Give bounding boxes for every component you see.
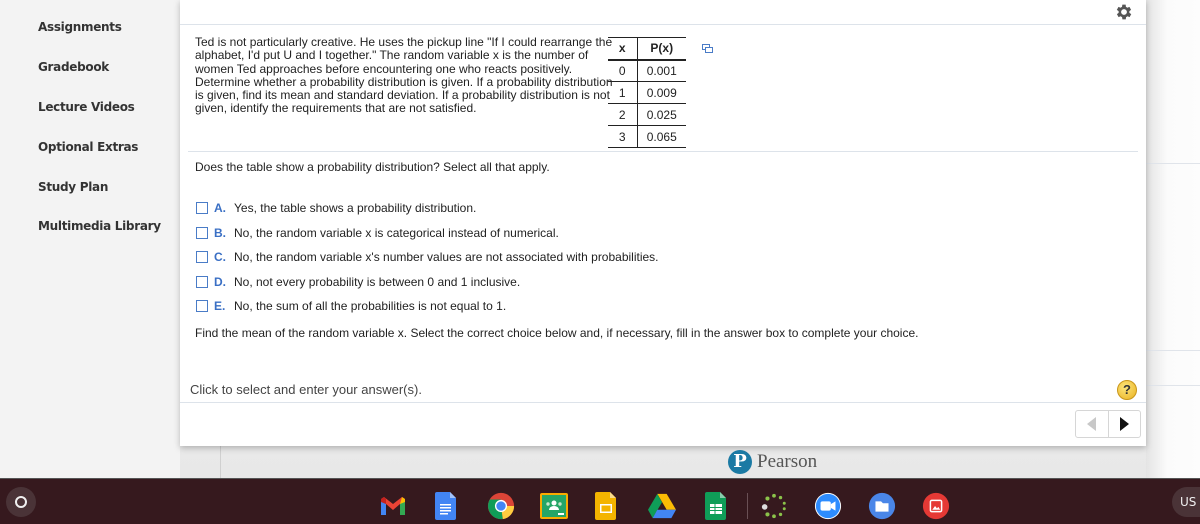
mean-prompt: Find the mean of the random variable x. … bbox=[195, 326, 919, 340]
chrome-app[interactable] bbox=[487, 492, 515, 520]
option-letter: E. bbox=[214, 299, 226, 314]
checkbox[interactable] bbox=[196, 300, 208, 313]
checkbox[interactable] bbox=[196, 251, 208, 264]
sidebar-item-lecture-videos[interactable]: Lecture Videos bbox=[38, 100, 135, 114]
pearson-logo: P Pearson bbox=[728, 450, 817, 474]
classroom-app[interactable] bbox=[540, 492, 568, 520]
loading-app[interactable] bbox=[760, 492, 788, 520]
option-letter: D. bbox=[214, 274, 226, 289]
slides-icon bbox=[595, 492, 616, 520]
footer-divider bbox=[180, 402, 1146, 403]
checkbox[interactable] bbox=[196, 226, 208, 239]
option-d[interactable]: D. No, not every probability is between … bbox=[196, 270, 659, 295]
section-divider bbox=[188, 151, 1138, 152]
gmail-icon bbox=[381, 497, 405, 515]
taskbar: US bbox=[0, 478, 1200, 524]
table-row: 3 0.065 bbox=[608, 125, 686, 148]
checkbox[interactable] bbox=[196, 275, 208, 288]
distribution-prompt: Does the table show a probability distri… bbox=[195, 160, 550, 174]
header-px: P(x) bbox=[650, 41, 674, 56]
loading-spinner-icon bbox=[761, 493, 786, 519]
zoom-app[interactable] bbox=[814, 492, 842, 520]
zoom-icon bbox=[814, 492, 842, 520]
table-header-row: x P(x) bbox=[608, 37, 686, 60]
drive-app[interactable] bbox=[648, 492, 676, 520]
sheets-icon bbox=[705, 492, 726, 520]
cell-px: 0.001 bbox=[646, 63, 677, 78]
sidebar: Assignments Gradebook Lecture Videos Opt… bbox=[0, 0, 180, 478]
sidebar-item-gradebook[interactable]: Gradebook bbox=[38, 60, 109, 74]
option-letter: C. bbox=[214, 250, 226, 265]
panel-toolbar bbox=[180, 0, 1146, 25]
files-app[interactable] bbox=[868, 492, 896, 520]
probability-table: x P(x) 0 0.001 1 0.009 2 0.025 3 0.065 bbox=[608, 37, 686, 148]
option-b[interactable]: B. No, the random variable x is categori… bbox=[196, 221, 659, 246]
sidebar-item-assignments[interactable]: Assignments bbox=[38, 20, 122, 34]
cell-x: 2 bbox=[608, 103, 638, 126]
pearson-logo-icon: P bbox=[728, 450, 752, 474]
sheets-app[interactable] bbox=[702, 492, 730, 520]
pearson-brand-text: Pearson bbox=[757, 451, 818, 472]
sidebar-item-study-plan[interactable]: Study Plan bbox=[38, 180, 108, 194]
files-icon bbox=[868, 492, 896, 520]
status-tray[interactable]: US bbox=[1172, 487, 1200, 517]
option-text: No, the random variable x is categorical… bbox=[234, 225, 559, 240]
cell-x: 1 bbox=[608, 81, 638, 104]
help-icon[interactable]: ? bbox=[1117, 380, 1137, 400]
answer-hint[interactable]: Click to select and enter your answer(s)… bbox=[190, 382, 422, 397]
header-x: x bbox=[608, 37, 638, 60]
docs-app[interactable] bbox=[432, 492, 460, 520]
checkbox[interactable] bbox=[196, 202, 208, 215]
gallery-app[interactable] bbox=[922, 492, 950, 520]
cell-x: 3 bbox=[608, 125, 638, 148]
table-row: 1 0.009 bbox=[608, 81, 686, 104]
cell-x: 0 bbox=[608, 59, 638, 82]
shelf-separator bbox=[747, 493, 748, 519]
previous-button[interactable] bbox=[1076, 411, 1108, 437]
option-letter: A. bbox=[214, 201, 226, 216]
table-row: 2 0.025 bbox=[608, 103, 686, 126]
gear-icon[interactable] bbox=[1114, 2, 1134, 22]
option-text: No, the sum of all the probabilities is … bbox=[234, 299, 507, 314]
question-navigation bbox=[1075, 410, 1141, 438]
option-a[interactable]: A. Yes, the table shows a probability di… bbox=[196, 196, 659, 221]
cell-px: 0.009 bbox=[646, 85, 677, 100]
answer-options: A. Yes, the table shows a probability di… bbox=[196, 196, 659, 319]
chevron-right-icon bbox=[1119, 417, 1129, 431]
popout-icon[interactable] bbox=[702, 44, 713, 53]
gallery-icon bbox=[922, 492, 950, 520]
right-background bbox=[1146, 0, 1200, 478]
chrome-icon bbox=[487, 492, 515, 520]
option-text: No, the random variable x's number value… bbox=[234, 250, 659, 265]
cell-px: 0.025 bbox=[646, 107, 677, 122]
classroom-icon bbox=[540, 493, 568, 519]
question-panel: Ted is not particularly creative. He use… bbox=[180, 0, 1146, 446]
gmail-app[interactable] bbox=[379, 492, 407, 520]
option-e[interactable]: E. No, the sum of all the probabilities … bbox=[196, 294, 659, 319]
table-row: 0 0.001 bbox=[608, 59, 686, 82]
slides-app[interactable] bbox=[592, 492, 620, 520]
sidebar-item-multimedia-library[interactable]: Multimedia Library bbox=[38, 219, 161, 233]
drive-icon bbox=[648, 493, 676, 519]
option-c[interactable]: C. No, the random variable x's number va… bbox=[196, 245, 659, 270]
docs-icon bbox=[435, 492, 456, 520]
next-button[interactable] bbox=[1107, 411, 1141, 437]
launcher-button[interactable] bbox=[6, 487, 36, 517]
launcher-icon bbox=[15, 496, 27, 508]
option-letter: B. bbox=[214, 225, 226, 240]
sidebar-item-optional-extras[interactable]: Optional Extras bbox=[38, 140, 138, 154]
cell-px: 0.065 bbox=[646, 129, 677, 144]
chevron-left-icon bbox=[1087, 417, 1097, 431]
column-divider bbox=[220, 446, 221, 478]
question-text: Ted is not particularly creative. He use… bbox=[195, 35, 613, 116]
option-text: No, not every probability is between 0 a… bbox=[234, 274, 521, 289]
option-text: Yes, the table shows a probability distr… bbox=[234, 201, 477, 216]
